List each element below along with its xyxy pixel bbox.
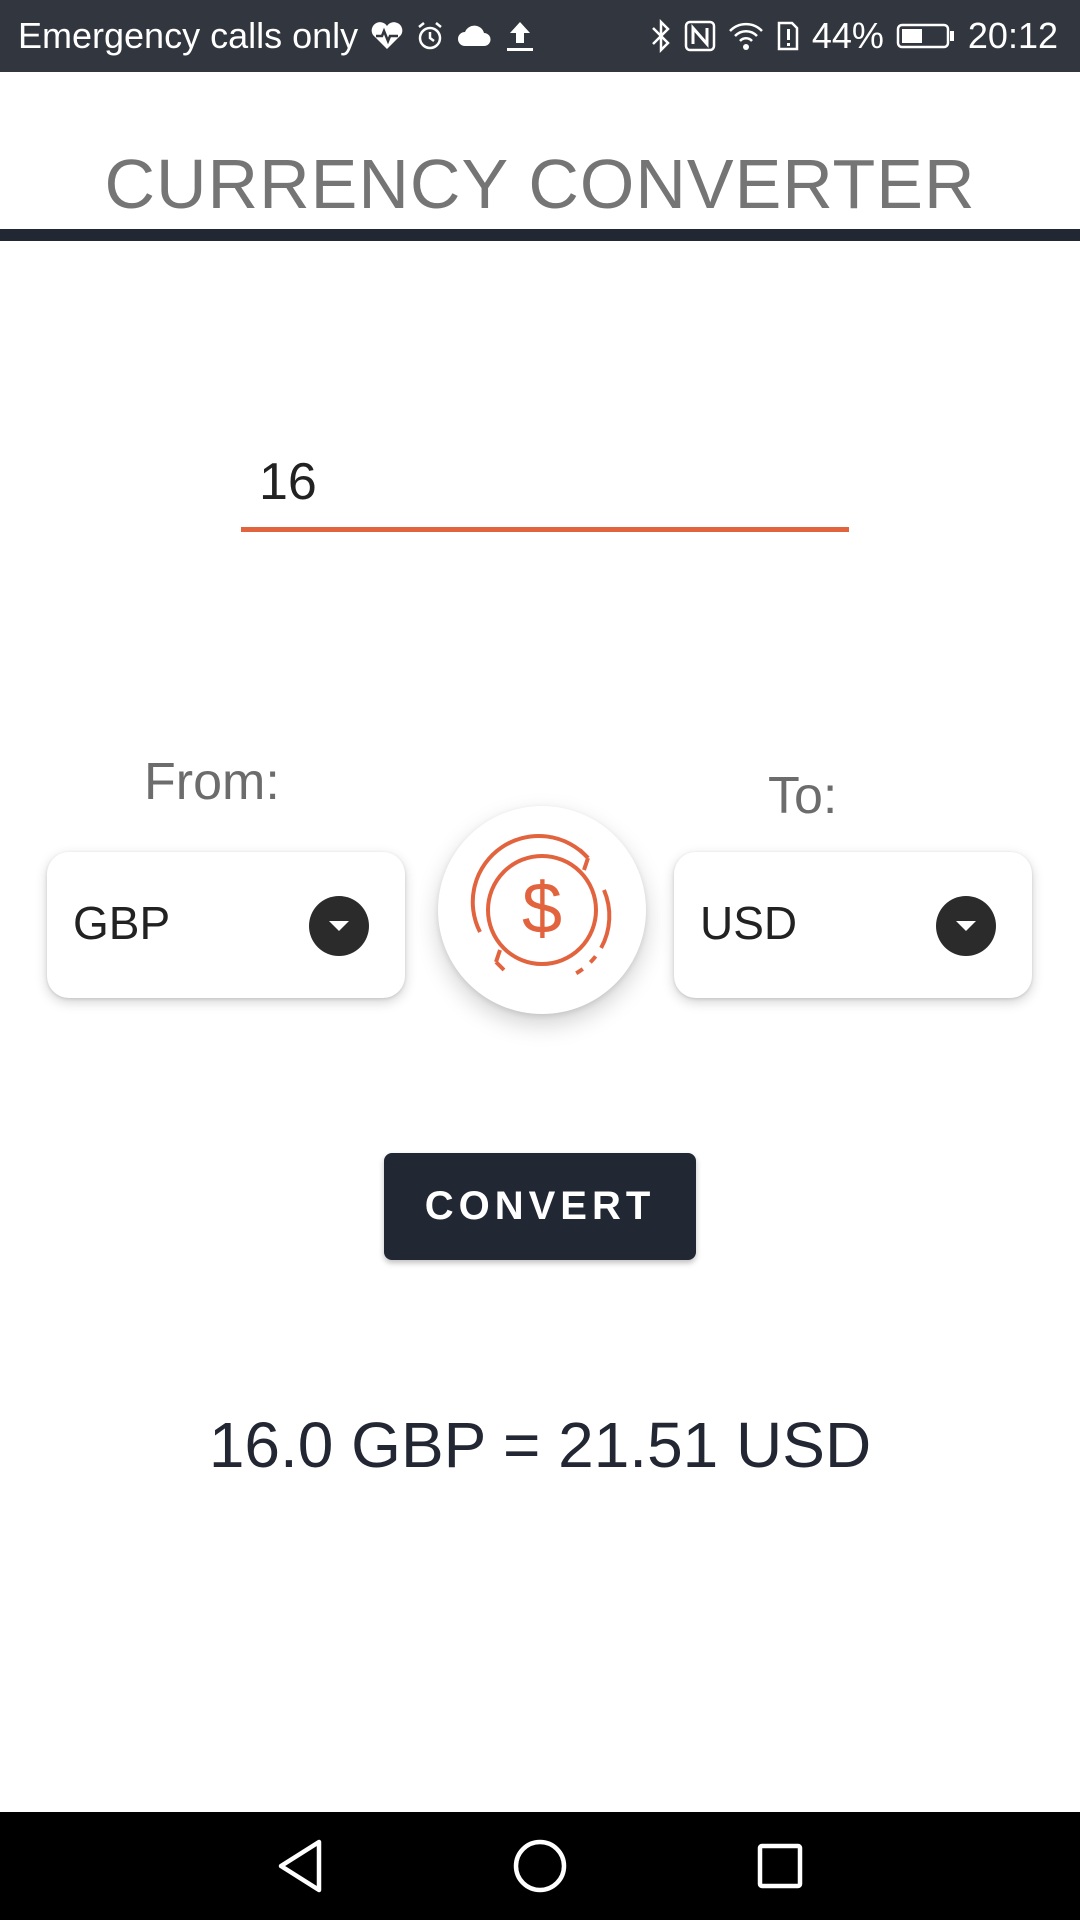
currency-exchange-icon[interactable]: $ <box>438 806 646 1014</box>
nfc-icon <box>684 0 716 72</box>
convert-button[interactable]: CONVERT <box>384 1153 696 1260</box>
page-title: CURRENCY CONVERTER <box>104 145 976 223</box>
bluetooth-icon <box>650 0 672 72</box>
amount-input[interactable]: 16 <box>241 440 849 532</box>
from-label: From: <box>144 753 280 811</box>
wifi-icon <box>728 0 764 72</box>
to-label: To: <box>768 767 838 825</box>
amount-input-value: 16 <box>259 453 317 511</box>
status-bar-left: Emergency calls only <box>18 0 548 72</box>
status-bar-right: 44% 20:12 <box>638 0 1058 72</box>
alarm-icon <box>416 0 444 72</box>
chevron-down-icon <box>309 896 369 956</box>
from-currency-dropdown[interactable]: GBP <box>47 852 405 998</box>
from-currency-value: GBP <box>73 897 171 949</box>
carrier-text: Emergency calls only <box>18 15 359 56</box>
heart-rate-icon <box>370 0 404 72</box>
header-divider <box>0 229 1080 241</box>
home-icon[interactable] <box>508 1834 572 1898</box>
conversion-result: 16.0 GBP = 21.51 USD <box>208 1409 872 1481</box>
chevron-down-icon <box>936 896 996 956</box>
upload-icon <box>504 0 536 72</box>
sim-alert-icon <box>776 0 800 72</box>
svg-text:$: $ <box>522 869 562 949</box>
status-bar: Emergency calls only 44% 20:12 <box>0 0 1080 72</box>
navigation-bar <box>0 1812 1080 1920</box>
to-currency-value: USD <box>700 897 798 949</box>
to-currency-dropdown[interactable]: USD <box>674 852 1032 998</box>
back-icon[interactable] <box>268 1834 332 1898</box>
battery-icon <box>896 0 956 72</box>
recent-apps-icon[interactable] <box>748 1834 812 1898</box>
app-header: CURRENCY CONVERTER <box>0 72 1080 242</box>
clock-time: 20:12 <box>967 15 1058 56</box>
battery-percent: 44% <box>811 15 884 56</box>
cloud-icon <box>456 0 492 72</box>
